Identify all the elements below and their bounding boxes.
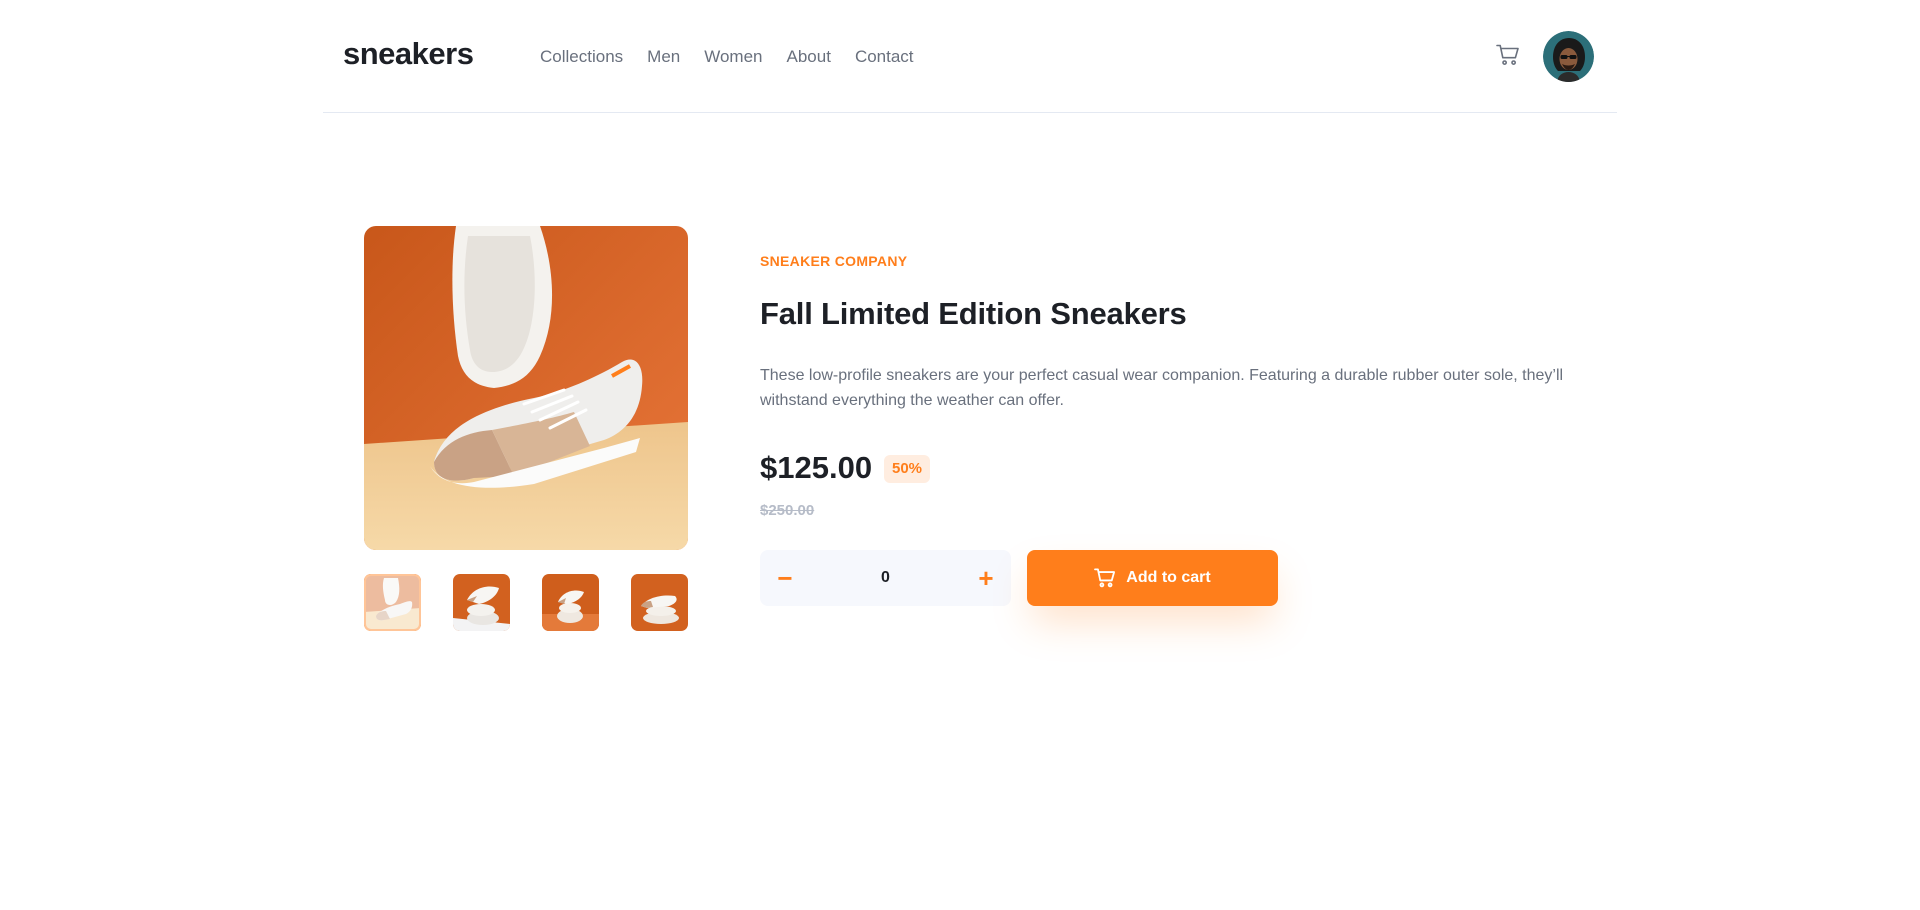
quantity-stepper: − 0 + [760, 550, 1011, 606]
original-price: $250.00 [760, 502, 815, 519]
cart-icon [1094, 568, 1116, 588]
thumbnail-2[interactable] [453, 574, 510, 631]
thumbnail-3[interactable] [542, 574, 599, 631]
product-page: sneakers Collections Men Women About Con… [0, 0, 1920, 910]
cart-icon[interactable] [1496, 44, 1520, 66]
plus-icon: + [978, 562, 994, 593]
minus-button[interactable]: − [760, 550, 810, 606]
plus-button[interactable]: + [961, 550, 1011, 606]
minus-icon: − [777, 562, 793, 593]
nav-link-collections[interactable]: Collections [540, 47, 623, 67]
current-price: $125.00 [760, 450, 873, 485]
company-name: SNEAKER COMPANY [760, 253, 908, 269]
product-title: Fall Limited Edition Sneakers [760, 296, 1187, 331]
add-to-cart-label: Add to cart [1126, 569, 1211, 586]
nav-link-women[interactable]: Women [704, 47, 762, 67]
logo[interactable]: sneakers [343, 36, 474, 72]
add-to-cart-button[interactable]: Add to cart [1027, 550, 1278, 606]
thumbnail-1[interactable] [364, 574, 421, 631]
sneaker-product-image[interactable] [364, 226, 688, 550]
discount-badge: 50% [884, 455, 931, 483]
main-nav: Collections Men Women About Contact [540, 0, 938, 113]
site-header: sneakers Collections Men Women About Con… [323, 0, 1617, 113]
thumbnail-strip [364, 574, 688, 631]
thumbnail-4[interactable] [631, 574, 688, 631]
nav-link-contact[interactable]: Contact [855, 47, 914, 67]
avatar[interactable] [1543, 31, 1594, 82]
nav-link-men[interactable]: Men [647, 47, 680, 67]
product-description: These low-profile sneakers are your perf… [760, 367, 1564, 409]
nav-link-about[interactable]: About [787, 47, 831, 67]
quantity-value: 0 [881, 569, 890, 586]
